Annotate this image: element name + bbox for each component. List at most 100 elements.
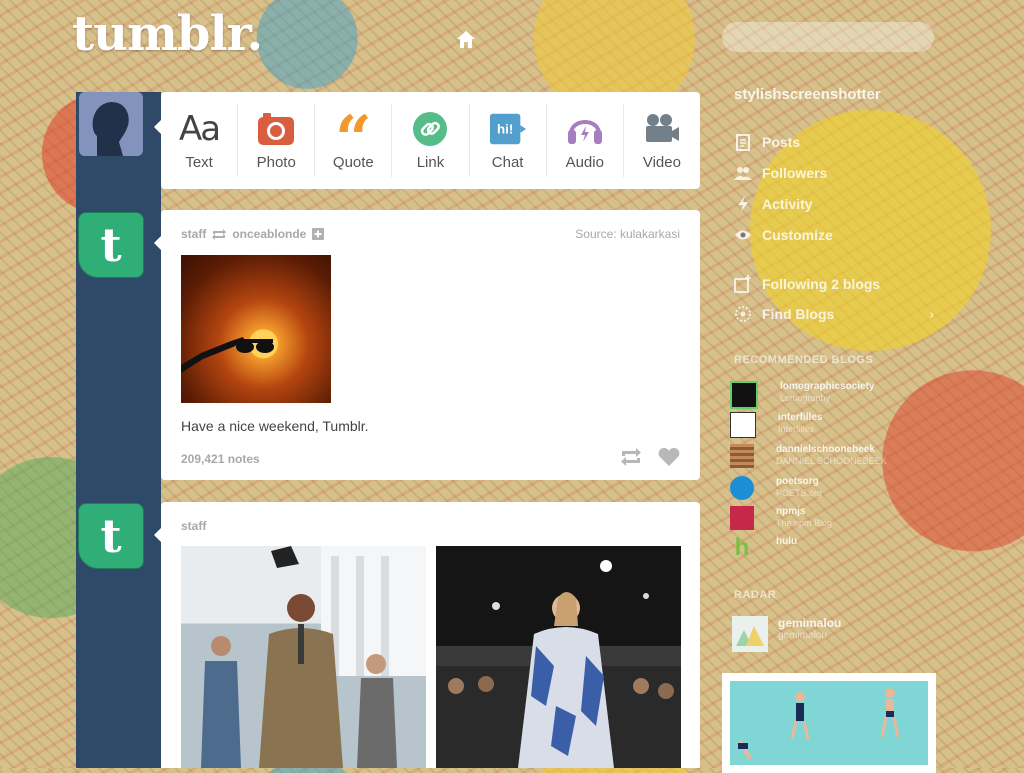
text-icon: Aa <box>179 109 221 149</box>
people-icon <box>734 164 752 182</box>
post-source[interactable]: Source: kulakarkasi <box>575 227 680 241</box>
follow-plus-icon[interactable] <box>312 228 325 240</box>
swimmers-illustration <box>738 688 900 760</box>
sidebar-item-posts[interactable]: Posts <box>734 128 934 156</box>
sidebar-item-label: Activity <box>762 196 813 212</box>
post-photo[interactable] <box>436 546 681 768</box>
post-notes-count[interactable]: 209,421 notes <box>181 452 260 466</box>
recommended-blog-item[interactable]: h hulu <box>730 534 940 564</box>
chat-icon: hi! <box>489 110 527 148</box>
staff-avatar[interactable]: t <box>78 212 144 278</box>
blog-avatar <box>730 381 758 409</box>
search-input[interactable] <box>722 22 934 52</box>
blog-avatar <box>730 476 754 500</box>
sidebar-item-label: Posts <box>762 134 801 150</box>
post-audio-label: Audio <box>565 154 604 171</box>
blog-avatar <box>730 412 756 438</box>
following-icon <box>734 275 752 293</box>
post-photo-button[interactable]: Photo <box>238 104 316 177</box>
recommended-blog-name: poetsorg <box>776 476 819 487</box>
post-type-bar: Aa Text Photo “ Quote Link hi! Chat Audi… <box>154 92 700 189</box>
radar-blog-item[interactable]: gemimalou gemimalou <box>732 616 936 652</box>
post-link-label: Link <box>416 154 445 171</box>
recommended-blog-title: DANNIEL SCHOONEBEEK <box>776 456 887 466</box>
fashion-show-image-1 <box>201 546 426 768</box>
post-author-link[interactable]: staff <box>181 519 206 533</box>
chevron-right-icon: › <box>929 306 934 322</box>
post-photo-label: Photo <box>256 154 296 171</box>
post-audio-button[interactable]: Audio <box>547 104 624 177</box>
sidebar-item-following[interactable]: Following 2 blogs <box>734 270 934 298</box>
sidebar-item-label: Followers <box>762 165 828 181</box>
sidebar-item-label: Following 2 blogs <box>762 276 881 292</box>
post-photo[interactable] <box>181 255 331 403</box>
sidebar-item-find-blogs[interactable]: Find Blogs › <box>734 300 934 328</box>
recommended-blog-item[interactable]: dannielschoonebeek DANNIEL SCHOONEBEEK <box>730 444 940 472</box>
post-chat-label: Chat <box>491 154 524 171</box>
post-author-link[interactable]: staff <box>181 227 206 241</box>
recommended-blog-item[interactable]: lomographicsociety Lomography <box>730 381 940 409</box>
recommended-blogs-heading: RECOMMENDED BLOGS <box>734 354 874 366</box>
recommended-blog-name: interfilles <box>778 412 823 423</box>
radar-blog-name: gemimalou <box>778 616 842 630</box>
recommended-blog-name: npmjs <box>776 506 806 517</box>
post-quote-label: Quote <box>332 154 374 171</box>
headphones-icon <box>566 110 604 148</box>
lightning-icon <box>734 195 752 213</box>
reblog-small-icon <box>212 228 227 240</box>
svg-text:hi!: hi! <box>497 122 513 137</box>
recommended-blog-title: Lomography <box>780 393 831 403</box>
radar-post-image[interactable] <box>722 673 936 773</box>
recommended-blog-name: hulu <box>776 536 798 547</box>
post-card: staff onceablonde Source: kulakarkasi Ha… <box>154 210 700 480</box>
recommended-blog-title: Interfilles <box>778 424 815 434</box>
post-text-button[interactable]: Aa Text <box>161 104 239 177</box>
post-quote-button[interactable]: “ Quote <box>315 102 393 177</box>
post-video-button[interactable]: Video <box>624 104 700 177</box>
sidebar-item-activity[interactable]: Activity <box>734 190 934 218</box>
recommended-blog-item[interactable]: poetsorg POETS.org <box>730 476 940 504</box>
camera-icon <box>257 110 295 148</box>
sidebar-item-customize[interactable]: Customize <box>734 221 934 249</box>
staff-avatar[interactable]: t <box>78 503 144 569</box>
blog-avatar <box>730 506 754 530</box>
sidebar-item-label: Customize <box>762 227 833 243</box>
tumblr-t-icon: t <box>100 218 122 272</box>
post-header: staff onceablonde <box>181 227 325 241</box>
reblog-icon[interactable] <box>620 448 642 466</box>
post-text-label: Text <box>185 154 213 171</box>
dashboard-rail <box>76 92 161 768</box>
recommended-blog-name: lomographicsociety <box>780 381 875 392</box>
sidebar-item-followers[interactable]: Followers <box>734 159 934 187</box>
like-heart-icon[interactable] <box>658 448 680 466</box>
tumblr-t-icon: t <box>100 509 122 563</box>
post-chat-button[interactable]: hi! Chat <box>470 104 547 177</box>
radar-heading: RADAR <box>734 589 777 601</box>
sidebar-item-label: Find Blogs <box>762 306 835 322</box>
video-camera-icon <box>643 110 681 148</box>
blog-avatar <box>730 444 754 468</box>
blog-avatar: h <box>734 534 750 561</box>
reblogged-from-link[interactable]: onceablonde <box>232 227 306 241</box>
post-actions <box>620 448 680 466</box>
post-link-button[interactable]: Link <box>392 104 470 177</box>
quote-icon: “ <box>334 102 372 177</box>
post-photo[interactable] <box>181 546 426 768</box>
eye-icon <box>734 226 752 244</box>
user-avatar[interactable] <box>79 92 143 156</box>
post-video-label: Video <box>642 154 681 171</box>
recommended-blog-item[interactable]: interfilles Interfilles <box>730 412 940 440</box>
compass-icon <box>734 305 752 323</box>
user-silhouette-icon <box>79 92 143 156</box>
post-header: staff <box>181 519 206 533</box>
recommended-blog-item[interactable]: npmjs The npm Blog <box>730 506 940 534</box>
tumblr-logo[interactable]: tumblr. <box>72 6 263 62</box>
document-icon <box>734 133 752 151</box>
radar-blog-title: gemimalou <box>778 630 827 641</box>
post-caption: Have a nice weekend, Tumblr. <box>181 418 369 434</box>
home-icon[interactable] <box>455 28 477 50</box>
blog-name-link[interactable]: stylishscreenshotter <box>734 86 881 103</box>
source-link[interactable]: kulakarkasi <box>620 227 680 241</box>
recommended-blog-name: dannielschoonebeek <box>776 444 875 455</box>
recommended-blog-title: POETS.org <box>776 488 823 498</box>
